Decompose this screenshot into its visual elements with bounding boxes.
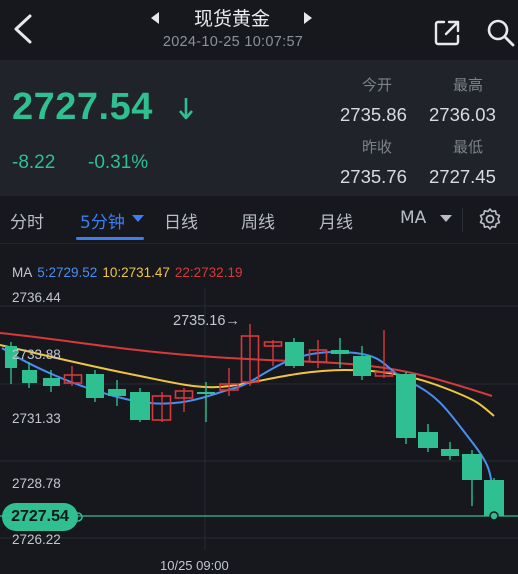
ma5-line	[1, 347, 495, 505]
last-price-tag: 2727.54	[2, 503, 78, 531]
tab-5min[interactable]: 5分钟	[80, 208, 125, 233]
gear-icon[interactable]	[478, 207, 502, 231]
y-axis-label: 2733.88	[12, 347, 61, 362]
high-value: 2736.03	[429, 104, 496, 125]
y-axis-label: 2728.78	[12, 476, 61, 491]
high-label: 最高	[453, 76, 484, 94]
high-annotation: 2735.16→	[173, 313, 240, 329]
active-tab-indicator	[76, 237, 144, 240]
share-icon[interactable]	[432, 18, 462, 48]
price-change: -8.22	[12, 152, 56, 173]
search-icon[interactable]	[486, 18, 516, 48]
candlestick-chart[interactable]: MA 5:2729.52 10:2731.47 22:2732.19 2735.…	[0, 244, 518, 574]
x-axis-time-label: 10/25 09:00	[160, 558, 229, 573]
price-change-percent: -0.31%	[88, 152, 149, 173]
tab-indicator-ma[interactable]: MA	[400, 208, 426, 228]
prev-close-value: 2735.76	[340, 166, 407, 187]
tab-divider	[462, 208, 463, 232]
candle	[43, 370, 60, 392]
page-title: 现货黄金	[193, 8, 270, 30]
last-price: 2727.54	[12, 86, 153, 128]
candle	[418, 424, 438, 452]
header: 现货黄金 2024-10-25 10:07:57	[0, 0, 518, 60]
tab-monthly[interactable]: 月线	[319, 208, 353, 233]
y-axis-label: 2736.44	[12, 290, 61, 305]
candle	[285, 338, 304, 368]
tab-daily[interactable]: 日线	[164, 208, 198, 233]
quote-panel: 2727.54 -8.22 -0.31% 今开 最高 2735.86 2736.…	[0, 60, 518, 196]
candle	[396, 372, 416, 444]
open-value: 2735.86	[340, 104, 407, 125]
prev-close-label: 昨收	[362, 138, 393, 156]
candle	[151, 392, 172, 422]
quote-timestamp: 2024-10-25 10:07:57	[162, 34, 304, 50]
candle	[86, 370, 104, 402]
prev-instrument-icon[interactable]	[146, 8, 164, 28]
tab-5min-caret-icon[interactable]	[132, 215, 144, 222]
tab-weekly[interactable]: 周线	[241, 208, 275, 233]
back-arrow-icon[interactable]	[8, 12, 38, 46]
open-label: 今开	[362, 76, 393, 94]
chart-canvas	[0, 288, 518, 550]
y-axis-label: 2731.33	[12, 411, 61, 426]
candle	[263, 340, 283, 366]
candle	[441, 442, 459, 460]
candles	[5, 324, 504, 520]
low-value: 2727.45	[429, 166, 496, 187]
last-price-dot	[489, 511, 499, 521]
candle	[130, 388, 150, 422]
low-label: 最低	[453, 138, 484, 156]
period-tabs: 分时 5分钟 日线 周线 月线 MA	[0, 196, 518, 244]
y-axis-label: 2726.22	[12, 532, 61, 547]
candle	[462, 450, 482, 506]
candle	[63, 366, 83, 386]
ma10-line	[0, 344, 495, 417]
tab-timeshare[interactable]: 分时	[10, 208, 44, 233]
chart-gridlines	[0, 288, 518, 550]
indicator-caret-icon[interactable]	[440, 215, 452, 222]
candle	[240, 324, 260, 386]
candle	[353, 346, 371, 380]
next-instrument-icon[interactable]	[299, 8, 317, 28]
down-arrow-icon	[179, 98, 193, 120]
